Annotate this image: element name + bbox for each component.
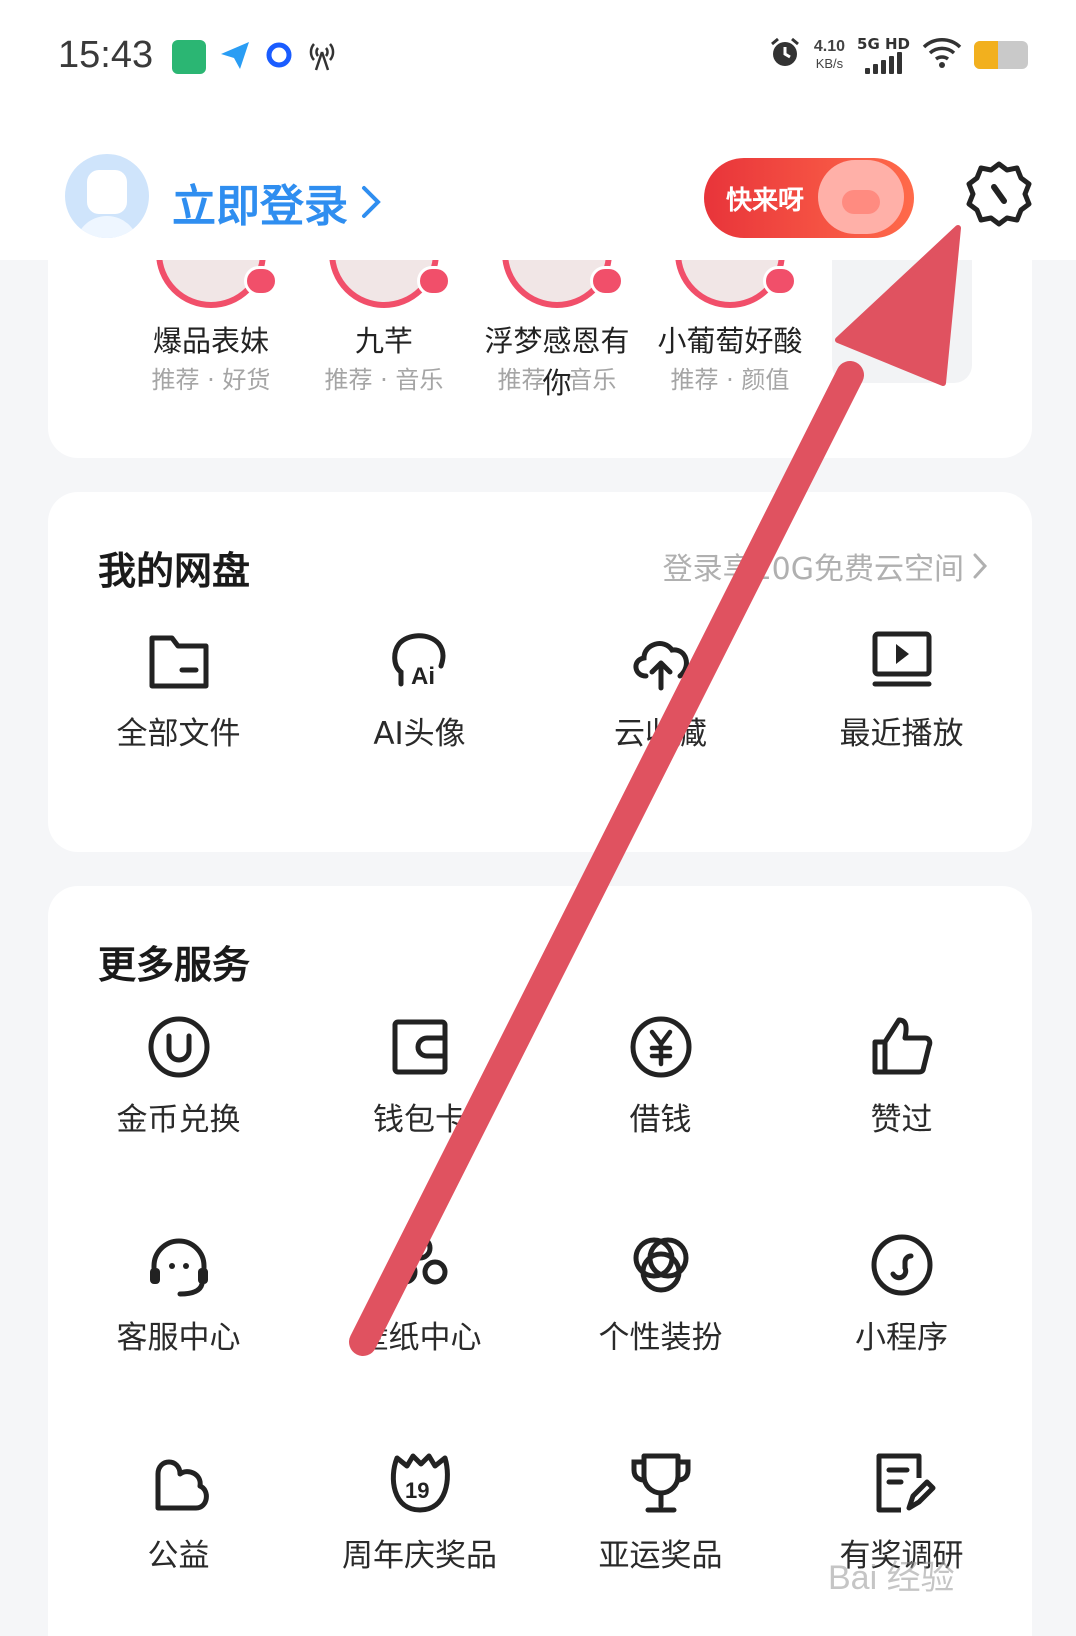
service-item-liked[interactable]: 赞过: [781, 1012, 1022, 1152]
service-item-customer-service[interactable]: 客服中心: [58, 1230, 299, 1370]
netdisk-item-label: 全部文件: [116, 716, 241, 752]
chevron-right-icon: [362, 186, 381, 218]
svg-text:Ai: Ai: [411, 663, 435, 690]
service-item-anniversary-prize[interactable]: 19 周年庆奖品: [299, 1448, 540, 1588]
creator-tags: 推荐 · 颜值: [670, 366, 790, 394]
service-item-label: 小程序: [855, 1320, 948, 1356]
watermark: Bai 经验: [828, 1559, 955, 1597]
thumbs-up-icon: [872, 1017, 933, 1075]
promo-banner[interactable]: 快来呀: [704, 158, 914, 238]
anniversary-icon: 19: [390, 1453, 450, 1513]
yuan-icon: [630, 1016, 692, 1078]
live-badge-icon: [763, 266, 797, 296]
battery-level: [974, 41, 999, 69]
signal-bars-icon: [865, 52, 902, 74]
signal-label: 5G HD: [857, 35, 910, 53]
survey-icon: [876, 1453, 936, 1513]
service-item-label: 周年庆奖品: [342, 1538, 497, 1574]
service-item-label: 赞过: [870, 1102, 933, 1138]
settings-button[interactable]: [963, 158, 1035, 230]
gear-icon: [966, 161, 1032, 227]
wifi-icon: [922, 37, 962, 73]
wallet-icon: [392, 1019, 448, 1075]
netdisk-promo-text: 登录享10G免费云空间: [662, 552, 964, 587]
service-item-charity[interactable]: 公益: [58, 1448, 299, 1588]
netdisk-item-cloud-collect[interactable]: 云收藏: [540, 626, 781, 766]
coin-icon: [148, 1016, 210, 1078]
services-grid-row-1: 金币兑换 钱包卡 借钱 赞过: [58, 1012, 1022, 1152]
mini-program-icon: [871, 1234, 933, 1296]
creator-tags: 推荐 · 好货: [151, 366, 271, 394]
live-badge-icon: [244, 266, 278, 296]
notification-icons: [172, 38, 338, 76]
service-item-label: 壁纸中心: [357, 1320, 482, 1356]
services-title: 更多服务: [98, 943, 251, 987]
netdisk-item-all-files[interactable]: 全部文件: [58, 626, 299, 766]
creator-tags: 推荐 · 音乐: [324, 366, 444, 394]
service-item-mini-program[interactable]: 小程序: [781, 1230, 1022, 1370]
chevron-right-icon: [973, 553, 988, 579]
service-item-asian-games-prize[interactable]: 亚运奖品: [540, 1448, 781, 1588]
netdisk-item-label: 最近播放: [839, 716, 964, 752]
pig-mascot-icon: [818, 160, 904, 234]
creator-name: 爆品表妹: [152, 324, 269, 358]
netdisk-item-label: 云收藏: [614, 716, 707, 752]
alarm-icon: [768, 36, 802, 74]
service-item-label: 钱包卡: [373, 1102, 466, 1138]
netdisk-title: 我的网盘: [98, 549, 251, 593]
theme-icon: [633, 1237, 689, 1293]
creator-name: 小葡萄好酸: [657, 324, 803, 358]
login-label: 立即登录: [172, 181, 348, 232]
battery-icon: [974, 41, 1028, 69]
service-item-label: 借钱: [629, 1102, 692, 1138]
app-notification-icon: [172, 40, 206, 74]
service-item-borrow[interactable]: 借钱: [540, 1012, 781, 1152]
netdisk-card: 我的网盘 登录享10G免费云空间 全部文件 Ai AI头像 云收藏 最近播放: [48, 492, 1032, 852]
video-play-icon: [872, 631, 932, 687]
service-item-label: 亚运奖品: [598, 1538, 723, 1574]
cloud-upload-icon: [633, 641, 689, 691]
headset-icon: [150, 1238, 208, 1297]
creator-list: 爆品表妹 推荐 · 好货 九芊 推荐 · 音乐 浮梦感恩有你 推荐 · 音乐 小…: [48, 198, 1032, 458]
charity-icon: [155, 1459, 209, 1511]
net-speed-unit: KB/s: [815, 56, 844, 71]
net-speed: 4.10 KB/s: [814, 38, 845, 72]
status-bar: 15:43 4.10 KB/s 5G HD: [0, 0, 1076, 110]
netdisk-promo-link[interactable]: 登录享10G免费云空间: [663, 544, 988, 588]
hotspot-icon: [306, 38, 338, 76]
services-grid-row-2: 客服中心 壁纸中心 个性装扮 小程序: [58, 1230, 1022, 1370]
service-item-label: 金币兑换: [116, 1102, 241, 1138]
service-item-label: 客服中心: [116, 1320, 241, 1356]
send-icon: [218, 38, 252, 76]
creator-tags: 推荐 · 音乐: [497, 366, 617, 394]
live-badge-icon: [417, 266, 451, 296]
netdisk-item-ai-avatar[interactable]: Ai AI头像: [299, 626, 540, 766]
svg-text:19: 19: [405, 1478, 429, 1503]
netdisk-grid: 全部文件 Ai AI头像 云收藏 最近播放: [58, 626, 1022, 766]
ai-avatar-icon: Ai: [392, 633, 446, 690]
netdisk-item-recent-play[interactable]: 最近播放: [781, 626, 1022, 766]
live-badge-icon: [590, 266, 624, 296]
promo-label: 快来呀: [726, 186, 805, 216]
folder-icon: [149, 635, 209, 689]
profile-header: 立即登录 快来呀: [0, 110, 1076, 260]
service-item-wallpaper[interactable]: 壁纸中心: [299, 1230, 540, 1370]
wallpaper-icon: [392, 1235, 448, 1285]
service-item-wallet[interactable]: 钱包卡: [299, 1012, 540, 1152]
clock: 15:43: [58, 34, 154, 76]
trophy-icon: [631, 1453, 691, 1513]
service-item-coin-exchange[interactable]: 金币兑换: [58, 1012, 299, 1152]
service-item-label: 个性装扮: [598, 1320, 723, 1356]
login-button[interactable]: 立即登录: [172, 170, 382, 234]
net-speed-value: 4.10: [813, 38, 846, 55]
netdisk-item-label: AI头像: [373, 716, 466, 752]
circle-app-icon: [264, 40, 294, 74]
more-services-card: 更多服务 金币兑换 钱包卡 借钱 赞过 客服中心 壁纸中心 个性装扮 小程序 公…: [48, 886, 1032, 1636]
signal-indicator: 5G HD: [857, 36, 910, 74]
creator-name: 九芊: [354, 324, 413, 358]
default-avatar[interactable]: [65, 154, 149, 238]
service-item-theme[interactable]: 个性装扮: [540, 1230, 781, 1370]
service-item-label: 公益: [147, 1538, 210, 1574]
creator-more-item[interactable]: [832, 258, 972, 383]
